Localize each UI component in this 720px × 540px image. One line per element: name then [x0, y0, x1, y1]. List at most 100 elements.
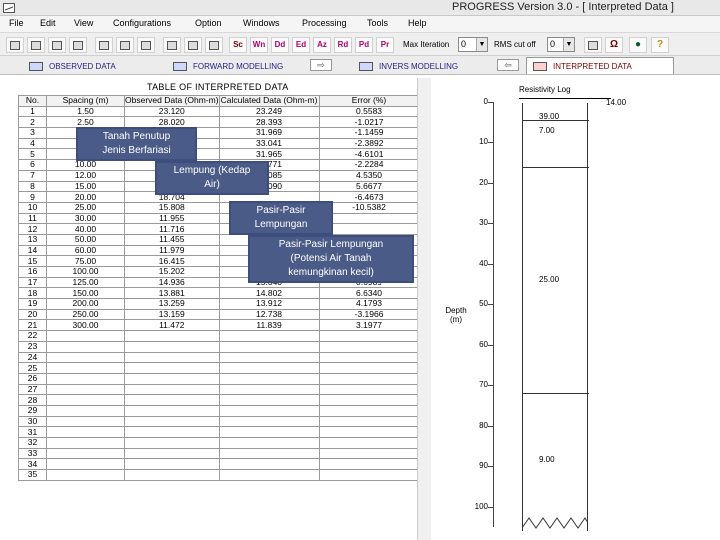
table-cell[interactable]: [46, 372, 125, 385]
table-cell[interactable]: 4.5350: [318, 169, 420, 182]
table-cell[interactable]: 23.120: [124, 105, 220, 118]
table-cell[interactable]: [124, 383, 220, 396]
table-cell[interactable]: 23.249: [218, 105, 320, 118]
globe-icon[interactable]: ●: [629, 37, 647, 53]
table-cell[interactable]: [318, 404, 420, 417]
table-cell[interactable]: [218, 362, 320, 374]
table-cell[interactable]: 300.00: [46, 319, 125, 332]
table-cell[interactable]: 11.455: [124, 233, 220, 246]
table-cell[interactable]: [318, 362, 420, 374]
dd-button[interactable]: Dd: [271, 37, 289, 53]
table-cell[interactable]: 11: [18, 212, 47, 225]
menu-option[interactable]: Option: [195, 18, 222, 28]
table-cell[interactable]: 11.839: [218, 319, 320, 332]
monitor-icon[interactable]: [95, 37, 113, 53]
table-row[interactable]: 24: [18, 351, 420, 364]
table-cell[interactable]: 14.936: [124, 276, 220, 289]
table-cell[interactable]: 13: [18, 233, 47, 246]
table-cell[interactable]: [46, 447, 125, 460]
table-cell[interactable]: [318, 383, 420, 396]
table-cell[interactable]: -1.0217: [318, 116, 420, 129]
table-row[interactable]: 1 1.50 23.120 23.249 0.5583: [18, 105, 420, 118]
table-cell[interactable]: 16.415: [124, 255, 220, 267]
menu-processing[interactable]: Processing: [302, 18, 347, 28]
table-cell[interactable]: 7: [18, 169, 47, 182]
table-cell[interactable]: [124, 394, 220, 406]
table-cell[interactable]: [318, 330, 420, 342]
table-cell[interactable]: 5: [18, 148, 47, 161]
table-row[interactable]: 30: [18, 415, 420, 428]
column-header[interactable]: Calculated Data (Ohm-m): [218, 95, 320, 107]
table-row[interactable]: 26: [18, 372, 420, 385]
table-cell[interactable]: 10: [18, 201, 47, 214]
table-cell[interactable]: 28: [18, 394, 47, 406]
table-cell[interactable]: 30.00: [46, 212, 125, 225]
table-cell[interactable]: [318, 458, 420, 471]
tab-invers-modelling[interactable]: INVERS MODELLING: [352, 57, 459, 74]
table-cell[interactable]: 15.00: [46, 180, 125, 193]
table-cell[interactable]: [218, 437, 320, 449]
table-cell[interactable]: [218, 340, 320, 353]
table-cell[interactable]: 12.00: [46, 169, 125, 182]
table-cell[interactable]: 12.738: [218, 308, 320, 321]
table-cell[interactable]: -3.1966: [318, 308, 420, 321]
table-cell[interactable]: [46, 330, 125, 342]
table-cell[interactable]: 27: [18, 383, 47, 396]
table-cell[interactable]: 11.472: [124, 319, 220, 332]
table-cell[interactable]: 30: [18, 415, 47, 428]
table-cell[interactable]: [218, 330, 320, 342]
table-cell[interactable]: 75.00: [46, 255, 125, 267]
table-cell[interactable]: [124, 330, 220, 342]
table-cell[interactable]: [124, 447, 220, 460]
table-cell[interactable]: 31.969: [218, 127, 320, 139]
table-cell[interactable]: 33.041: [218, 137, 320, 150]
table-row[interactable]: 21 300.00 11.472 11.839 3.1977: [18, 319, 420, 332]
table-cell[interactable]: 14: [18, 244, 47, 257]
table-cell[interactable]: [124, 340, 220, 353]
table-cell[interactable]: 10.00: [46, 159, 125, 171]
table-row[interactable]: 19 200.00 13.259 13.912 4.1793: [18, 298, 420, 310]
table-cell[interactable]: 28.393: [218, 116, 320, 129]
table-cell[interactable]: 11.716: [124, 223, 220, 235]
table-cell[interactable]: 13.259: [124, 298, 220, 310]
adjust-icon[interactable]: [184, 37, 202, 53]
table-cell[interactable]: [124, 372, 220, 385]
menu-windows[interactable]: Windows: [243, 18, 280, 28]
max-iteration-select[interactable]: 0 ▼: [458, 37, 488, 52]
pd-button[interactable]: Pd: [355, 37, 373, 53]
table-cell[interactable]: 25.00: [46, 201, 125, 214]
table-cell[interactable]: [218, 469, 320, 481]
table-row[interactable]: 10 25.00 15.808 -10.5382: [18, 201, 420, 214]
column-header[interactable]: Error (%): [318, 95, 420, 107]
table-cell[interactable]: [124, 351, 220, 364]
table-cell[interactable]: -10.5382: [318, 201, 420, 214]
table-cell[interactable]: 13.912: [218, 298, 320, 310]
table-cell[interactable]: [318, 372, 420, 385]
table-row[interactable]: 34: [18, 458, 420, 471]
table-cell[interactable]: 13.881: [124, 287, 220, 300]
table-cell[interactable]: 50.00: [46, 233, 125, 246]
arrow-left-icon[interactable]: ⇦: [497, 59, 519, 71]
table-cell[interactable]: 26: [18, 372, 47, 385]
column-header[interactable]: No.: [18, 95, 47, 107]
table-cell[interactable]: [318, 394, 420, 406]
save-icon[interactable]: [69, 37, 87, 53]
table-cell[interactable]: [124, 469, 220, 481]
table-row[interactable]: 22: [18, 330, 420, 342]
table-cell[interactable]: [46, 404, 125, 417]
table-cell[interactable]: 250.00: [46, 308, 125, 321]
table-cell[interactable]: -1.1459: [318, 127, 420, 139]
table-cell[interactable]: [46, 351, 125, 364]
pr-button[interactable]: Pr: [376, 37, 394, 53]
table-cell[interactable]: [46, 469, 125, 481]
table-cell[interactable]: 34: [18, 458, 47, 471]
sc-button[interactable]: Sc: [229, 37, 247, 53]
table-cell[interactable]: [218, 383, 320, 396]
table-cell[interactable]: [218, 351, 320, 364]
table-cell[interactable]: 6: [18, 159, 47, 171]
table-cell[interactable]: [218, 394, 320, 406]
table-row[interactable]: 18 150.00 13.881 14.802 6.6340: [18, 287, 420, 300]
table-row[interactable]: 27: [18, 383, 420, 396]
table-cell[interactable]: 18: [18, 287, 47, 300]
table-cell[interactable]: 40.00: [46, 223, 125, 235]
